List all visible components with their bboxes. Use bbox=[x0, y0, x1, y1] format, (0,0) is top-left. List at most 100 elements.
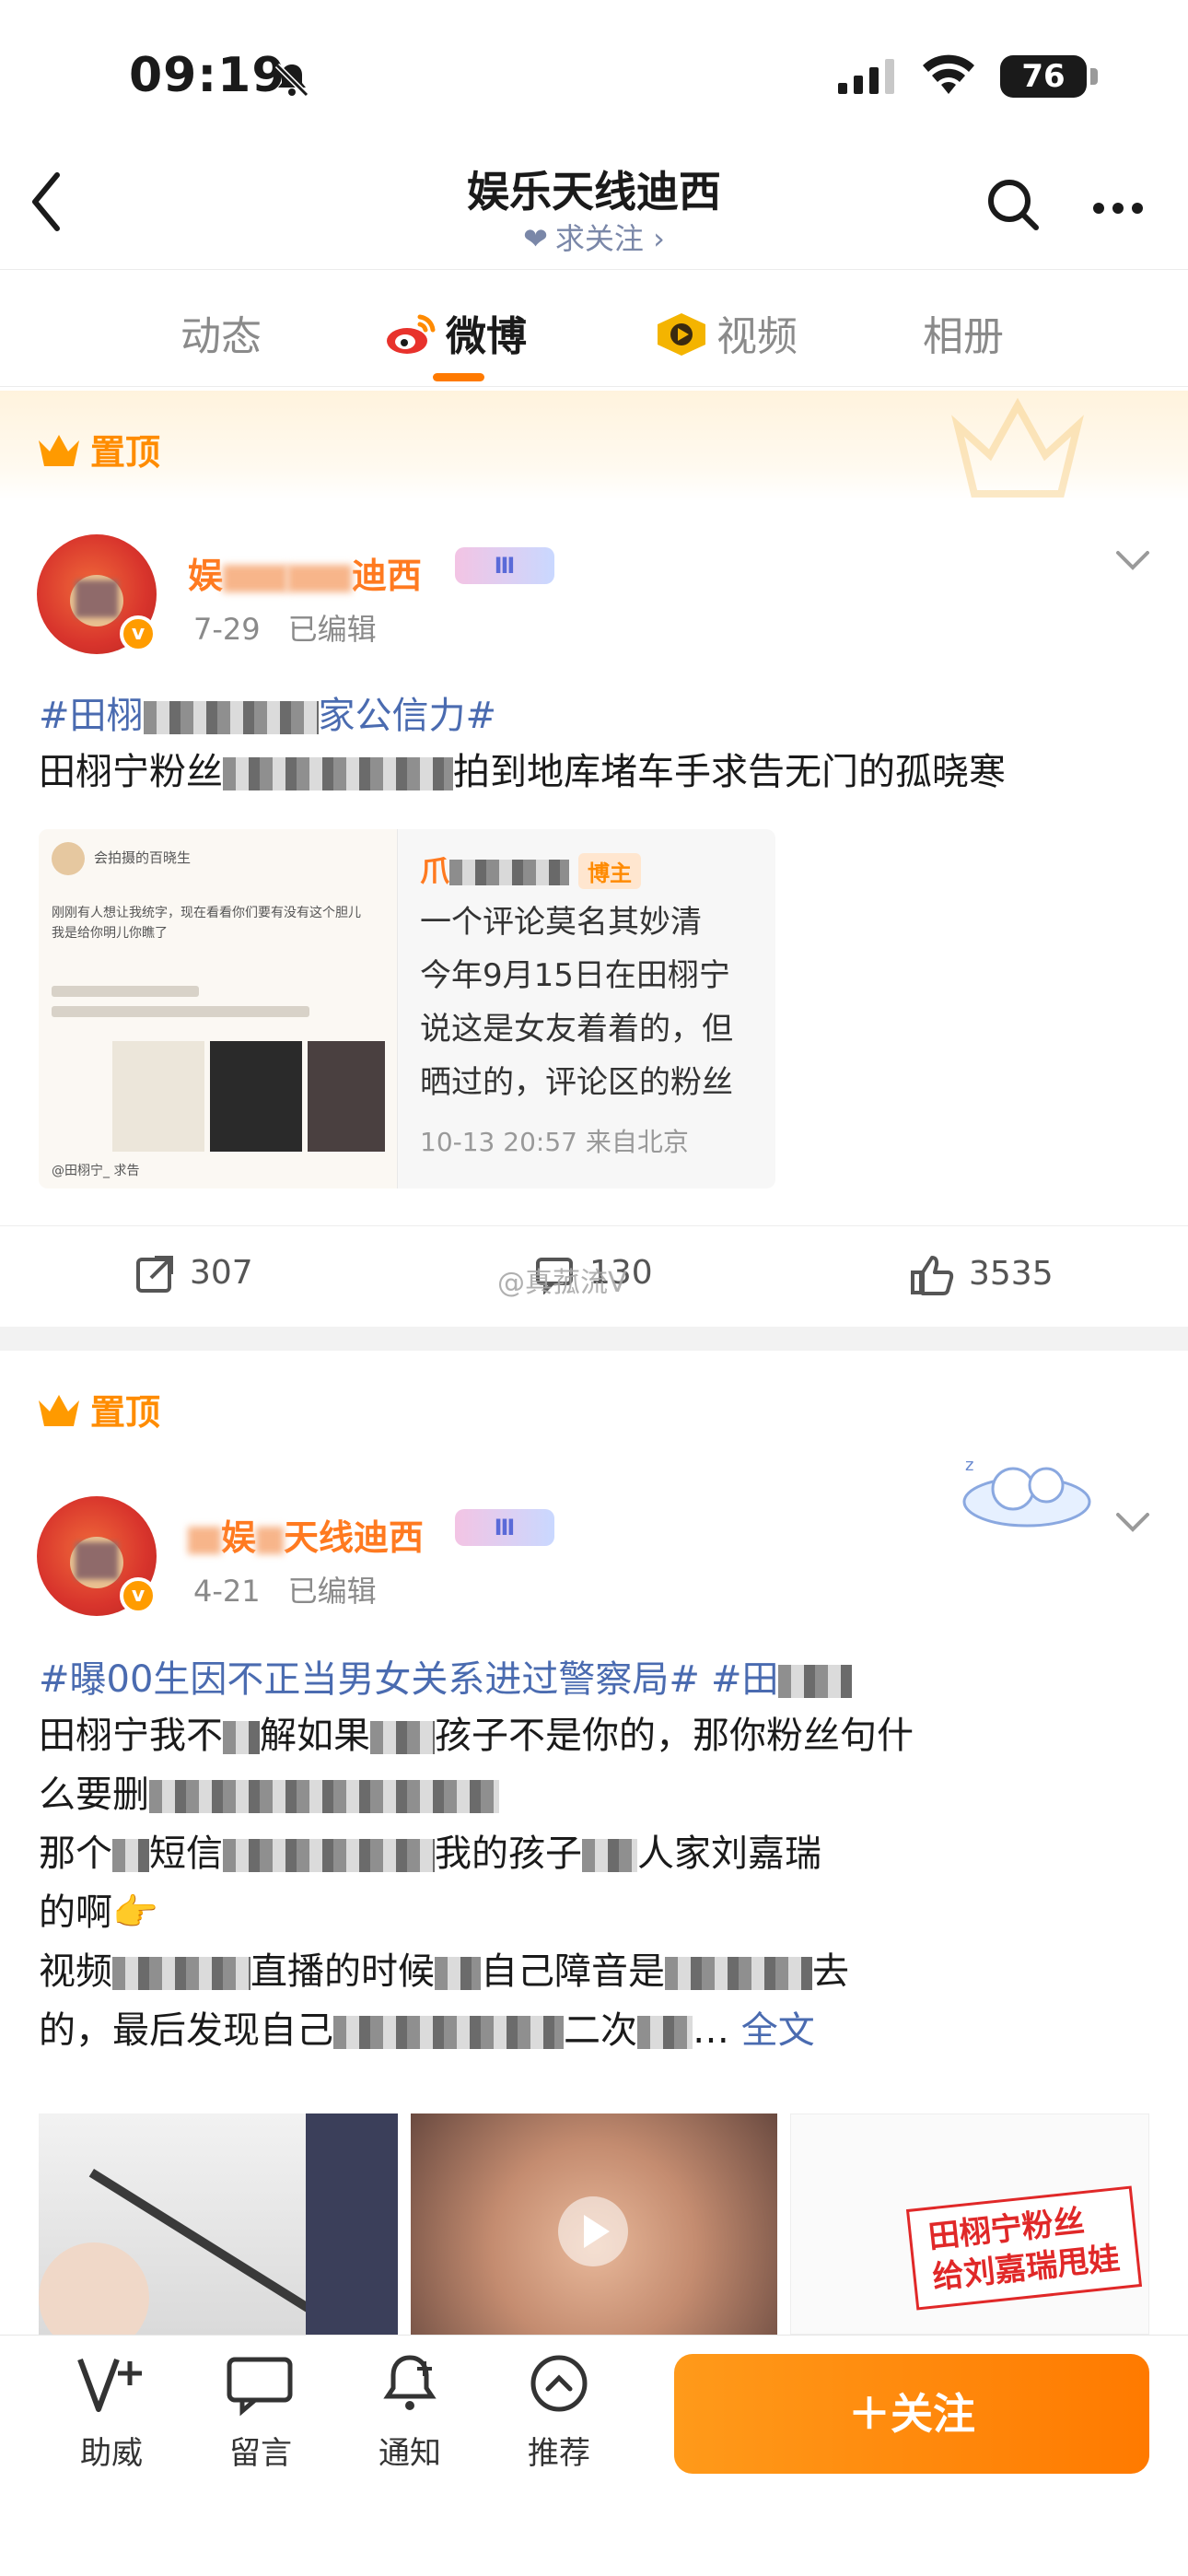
follow-button[interactable]: ＋关注 bbox=[674, 2354, 1149, 2474]
more-options-icon[interactable] bbox=[1092, 201, 1144, 218]
avatar-blur bbox=[76, 580, 118, 617]
repost-time: 10-13 20:57 来自北京 bbox=[420, 1127, 689, 1157]
repost-author-name: 爪 bbox=[420, 853, 450, 888]
post-meta: 4-21 已编辑 bbox=[193, 1568, 377, 1610]
post-text-part: 去 bbox=[812, 1950, 849, 1993]
post-text: 田栩宁我不 解如果 孩子不是你的，那你粉丝句什 么要删 那个 短信 我的孩子 人家刘嘉瑞 … bbox=[39, 1715, 914, 2052]
recommend-label: 推荐 bbox=[528, 2435, 590, 2472]
thumbs-up-icon bbox=[911, 1256, 954, 1295]
like-button[interactable]: 3535 bbox=[910, 1254, 1054, 1296]
play-icon[interactable] bbox=[558, 2196, 628, 2266]
cellular-signal-icon bbox=[838, 57, 897, 98]
thumb-avatar bbox=[52, 842, 85, 875]
status-time: 09:19 bbox=[129, 48, 286, 103]
cheer-icon bbox=[77, 2358, 142, 2412]
avatar-blur bbox=[76, 1542, 118, 1579]
chevron-down-icon[interactable] bbox=[1114, 1511, 1151, 1537]
post-date: 4-21 bbox=[193, 1574, 261, 1609]
pinned-banner: 置顶 bbox=[0, 391, 1188, 501]
post-meta: 7-29 已编辑 bbox=[193, 606, 377, 649]
recommend-button[interactable]: 推荐 bbox=[508, 2352, 610, 2473]
post-text-part: 自己障音是 bbox=[481, 1950, 665, 1993]
post-text-part: 那个 bbox=[39, 1832, 112, 1875]
repost-thumbnail[interactable]: 会拍摄的百晓生 刚刚有人想让我统字，现在看看你们要有没有这个胆儿 我是给你明儿你… bbox=[39, 829, 398, 1188]
message-icon bbox=[227, 2357, 293, 2417]
battery-tip bbox=[1090, 68, 1098, 85]
repost-card[interactable]: 会拍摄的百晓生 刚刚有人想让我统字，现在看看你们要有没有这个胆儿 我是给你明儿你… bbox=[39, 829, 775, 1188]
media-thumbnail[interactable]: 田栩宁粉丝 给刘嘉瑞甩娃 bbox=[790, 2113, 1149, 2335]
post-text-part: 田栩宁粉丝 bbox=[39, 751, 223, 793]
post-author-name[interactable]: 娱天线迪西 bbox=[188, 1509, 424, 1560]
post-text-part: 的啊 bbox=[39, 1891, 112, 1934]
full-text-link[interactable]: 全文 bbox=[741, 2009, 815, 2052]
author-name-part: 迪西 bbox=[352, 556, 423, 596]
post-text-part: 我的孩子 bbox=[435, 1832, 582, 1875]
verified-badge-icon: v bbox=[120, 615, 157, 652]
crown-icon bbox=[37, 433, 81, 476]
sleeping-sticker-icon: z bbox=[958, 1448, 1096, 1535]
video-thumbnail[interactable] bbox=[411, 2113, 777, 2335]
battery-level: 76 bbox=[1000, 55, 1087, 98]
status-bar: 09:19 76 bbox=[0, 0, 1188, 157]
post-text-part: 人家刘嘉瑞 bbox=[637, 1832, 821, 1875]
blogger-badge: 博主 bbox=[578, 853, 642, 889]
pointing-emoji-icon: 👉 bbox=[112, 1891, 158, 1934]
tab-video[interactable]: 视频 bbox=[656, 303, 798, 368]
recommend-icon bbox=[530, 2355, 588, 2412]
post-text-part: 田栩宁我不 bbox=[39, 1715, 223, 1757]
post-text-part: 直播的时候 bbox=[250, 1950, 435, 1993]
edited-label: 已编辑 bbox=[287, 1574, 377, 1609]
member-level-badge: Ⅲ bbox=[455, 547, 554, 584]
post-topic[interactable]: #曝00生因不正当男女关系进过警察局# #田 bbox=[39, 1649, 853, 1703]
author-name-part: 娱 bbox=[221, 1517, 257, 1558]
tab-weibo[interactable]: 微博 bbox=[385, 303, 527, 366]
member-level-badge: Ⅲ bbox=[455, 1509, 554, 1546]
chevron-down-icon[interactable] bbox=[1114, 549, 1151, 575]
repost-text-line: 晒过的，评论区的粉丝 bbox=[420, 1064, 733, 1101]
svg-text:z: z bbox=[965, 1456, 973, 1475]
search-icon[interactable] bbox=[985, 177, 1041, 236]
message-button[interactable]: 留言 bbox=[210, 2352, 311, 2473]
topic-text: #田 bbox=[710, 1658, 779, 1701]
post-text-part: 二次 bbox=[564, 2009, 637, 2052]
tab-dynamics[interactable]: 动态 bbox=[181, 303, 262, 362]
topic-text: 家公信力# bbox=[318, 695, 497, 737]
repost-text: 一个评论莫名其妙清 今年9月15日在田栩宁 说这是女友着着的，但 晒过的，评论区… bbox=[420, 896, 770, 1109]
notify-button[interactable]: 通知 bbox=[359, 2352, 460, 2473]
post-text-part: 的，最后发现自己 bbox=[39, 2009, 333, 2052]
post-text-part: 拍到地库堵车手求告无门的孤晓寒 bbox=[453, 751, 1006, 793]
post-text-part: 孩子不是你的，那你粉丝句什 bbox=[435, 1715, 914, 1757]
thumb-footer: @田栩宁_ 求告 bbox=[52, 1164, 140, 1178]
image-watermark: @真菰流V bbox=[497, 1267, 627, 1299]
weibo-logo-icon bbox=[385, 313, 437, 366]
repost-author[interactable]: 爪 博主 bbox=[420, 848, 642, 890]
pinned-label: 置顶 bbox=[37, 1384, 160, 1436]
active-tab-indicator bbox=[433, 373, 484, 381]
follow-request-label: 求关注 › bbox=[554, 221, 665, 256]
repost-text-line: 说这是女友着着的，但 bbox=[420, 1011, 733, 1048]
cheer-label: 助威 bbox=[80, 2435, 143, 2472]
bell-icon bbox=[383, 2355, 437, 2410]
post-topic[interactable]: #田栩 家公信力# bbox=[39, 685, 496, 739]
author-name-part: 娱 bbox=[188, 556, 224, 596]
media-thumbnail[interactable] bbox=[39, 2113, 398, 2335]
profile-tabs: 动态 微博 视频 相册 bbox=[0, 269, 1188, 387]
cheer-button[interactable]: 助威 bbox=[61, 2352, 162, 2473]
thumb-text: 刚刚有人想让我统字，现在看看你们要有没有这个胆儿 我是给你明儿你瞧了 bbox=[52, 906, 361, 941]
edited-label: 已编辑 bbox=[287, 612, 377, 647]
heart-icon: ❤ bbox=[523, 221, 548, 256]
post-author-name[interactable]: 娱 迪西 bbox=[188, 547, 422, 598]
pinned-banner: 置顶 bbox=[0, 1351, 1188, 1461]
repost-button[interactable]: 307 bbox=[134, 1254, 253, 1294]
tab-album[interactable]: 相册 bbox=[923, 303, 1004, 362]
notify-label: 通知 bbox=[379, 2435, 441, 2472]
topic-text: #田栩 bbox=[39, 695, 144, 737]
pinned-text: 置顶 bbox=[90, 432, 161, 473]
silent-bell-icon bbox=[273, 61, 311, 103]
repost-count: 307 bbox=[190, 1254, 253, 1292]
post-text: 田栩宁粉丝 拍到地库堵车手求告无门的孤晓寒 bbox=[39, 743, 1153, 802]
author-name-part: 天线迪西 bbox=[284, 1517, 425, 1558]
thumb-caption: 会拍摄的百晓生 bbox=[94, 849, 192, 866]
post-action-bar: 307 130 3535 @真菰流V bbox=[0, 1225, 1188, 1327]
post-date: 7-29 bbox=[193, 612, 261, 647]
